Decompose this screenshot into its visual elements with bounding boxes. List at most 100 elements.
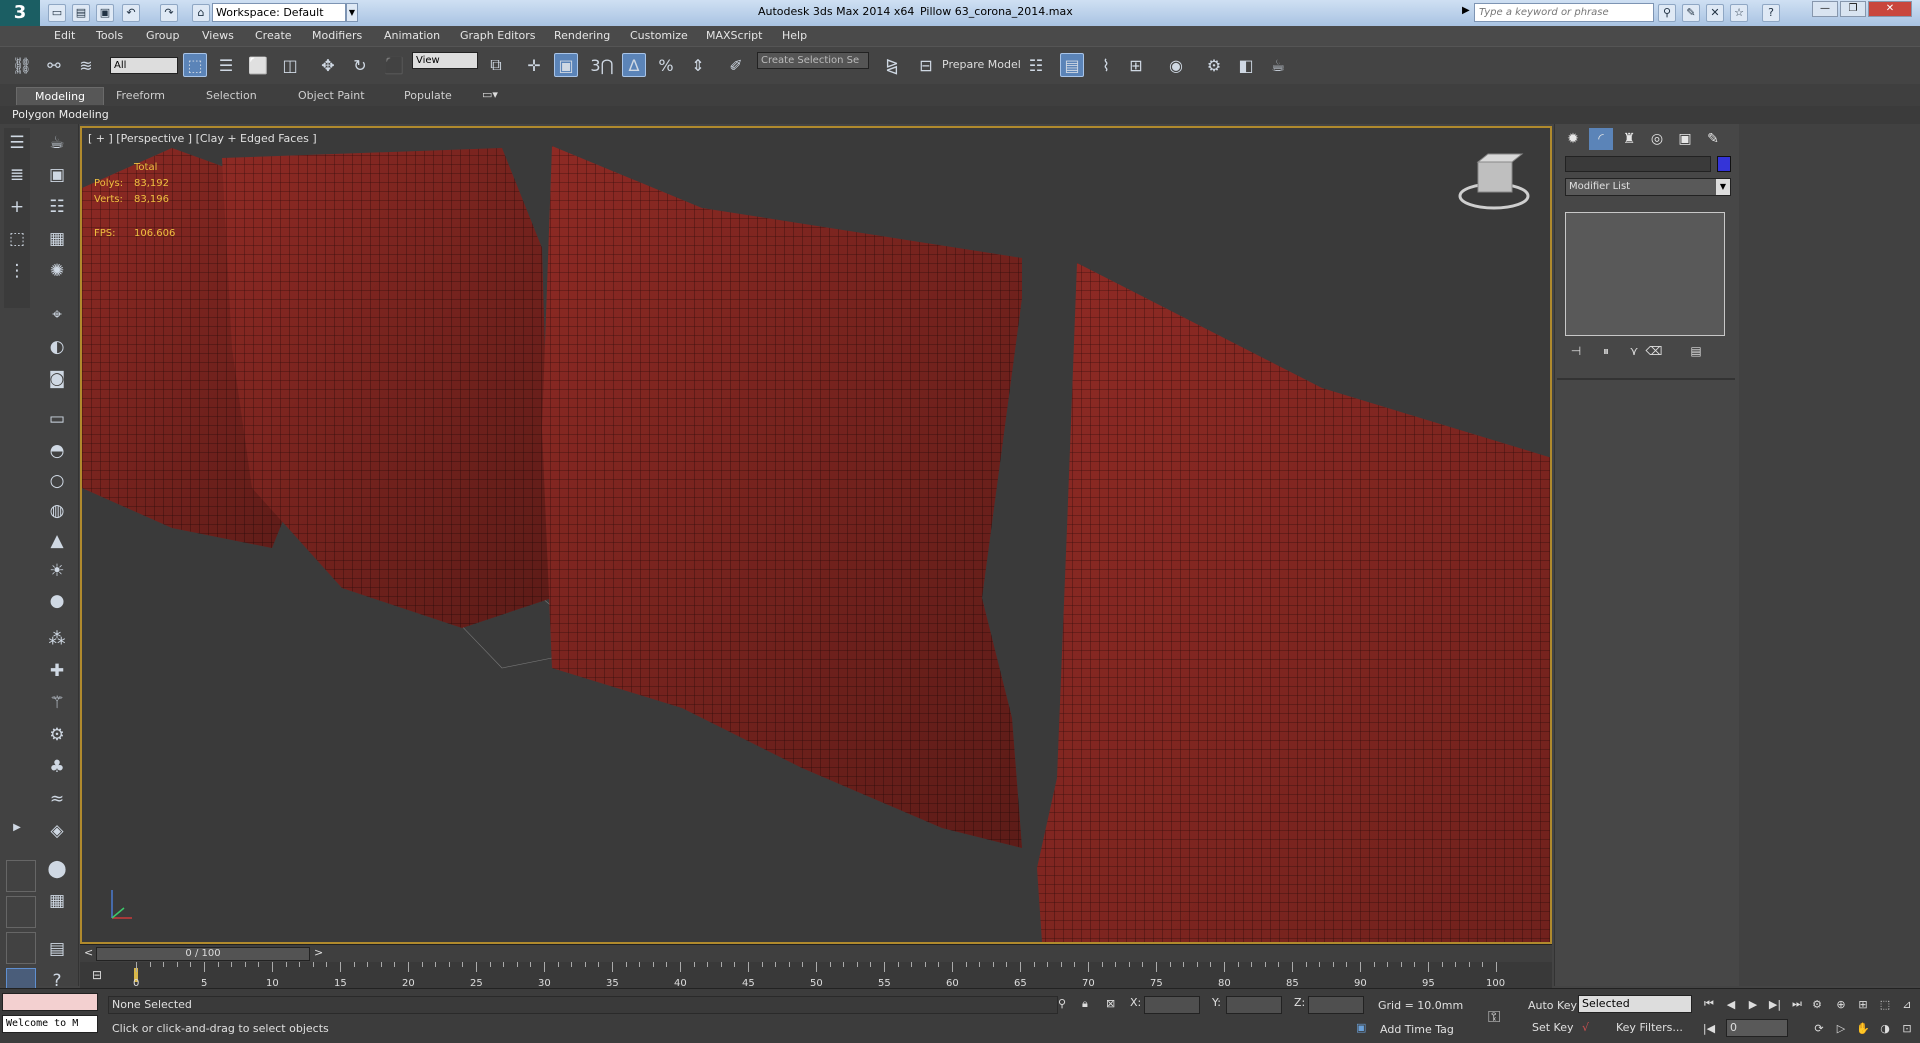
new-file-icon[interactable]: ▭ xyxy=(48,4,66,22)
menu-customize[interactable]: Customize xyxy=(630,29,688,42)
gear-icon[interactable]: ⚙ xyxy=(44,722,70,748)
curve-icon[interactable]: √ xyxy=(1582,1021,1589,1034)
pivot-center-icon[interactable]: ⧉ xyxy=(484,53,508,77)
project-folder-icon[interactable]: ⌂ xyxy=(192,4,210,22)
material-editor-icon[interactable]: ◉ xyxy=(1164,53,1188,77)
snaps-toggle-icon[interactable]: 3 ⋂ xyxy=(590,53,614,77)
show-end-result-icon[interactable]: ⏸ xyxy=(1595,342,1617,360)
auto-key-button[interactable]: Auto Key xyxy=(1528,999,1577,1012)
shapes-icon[interactable]: ✚ xyxy=(44,658,70,684)
viewport-layout-icon[interactable] xyxy=(6,860,36,892)
ribbon-options-icon[interactable]: ▭▾ xyxy=(482,88,498,101)
filter-icon[interactable]: ⋮ xyxy=(4,258,30,284)
keyboard-shortcut-override-icon[interactable]: ▣ xyxy=(554,53,578,77)
prepare-model-label[interactable]: Prepare Model xyxy=(942,58,1021,71)
search-input[interactable]: Type a keyword or phrase xyxy=(1474,3,1654,22)
field-of-view-icon[interactable]: ⊿ xyxy=(1898,995,1916,1013)
tab-modeling[interactable]: Modeling xyxy=(16,87,105,105)
utilities-panel-icon[interactable]: ✎ xyxy=(1701,128,1725,150)
maximize-button[interactable]: ❐ xyxy=(1840,1,1866,17)
object-color-swatch[interactable] xyxy=(1717,156,1731,172)
chevron-down-icon[interactable]: ▼ xyxy=(1716,179,1730,195)
rotate-icon[interactable]: ↻ xyxy=(348,53,372,77)
tab-selection[interactable]: Selection xyxy=(188,87,275,104)
menu-maxscript[interactable]: MAXScript xyxy=(706,29,762,42)
remove-modifier-icon[interactable]: ⌫ xyxy=(1643,342,1665,360)
sound-icon[interactable]: ◐ xyxy=(44,334,70,360)
key-mode-toggle-icon[interactable]: |◀ xyxy=(1700,1019,1718,1037)
window-crossing-icon[interactable]: ◫ xyxy=(278,53,302,77)
rectangular-selection-icon[interactable]: ⬜ xyxy=(246,53,270,77)
curve-editor-icon[interactable]: ⌇ xyxy=(1094,53,1118,77)
select-object-icon[interactable]: ⬚ xyxy=(183,53,207,77)
isolate-icon[interactable]: ⚲ xyxy=(1058,997,1066,1010)
image-icon[interactable]: ▣ xyxy=(44,162,70,188)
zoom-extents-icon[interactable]: ⊕ xyxy=(1832,995,1850,1013)
maxscript-mini-listener[interactable] xyxy=(2,993,98,1011)
tab-populate[interactable]: Populate xyxy=(386,87,470,104)
track-bar[interactable]: ⊟ 0 5 10 15 20 25 30 35 40 45 50 55 60 6… xyxy=(80,962,1552,989)
viewport-layout-icon[interactable] xyxy=(6,932,36,964)
teapot-icon[interactable]: ☕ xyxy=(44,130,70,156)
max-toggle-icon[interactable]: ⊡ xyxy=(1898,1019,1916,1037)
y-coordinate-field[interactable] xyxy=(1226,996,1282,1014)
menu-edit[interactable]: Edit xyxy=(54,29,75,42)
render-setup-icon[interactable]: ⚙ xyxy=(1202,53,1226,77)
go-to-start-icon[interactable]: ⏮ xyxy=(1700,995,1718,1013)
zoom-all-icon[interactable]: ⊞ xyxy=(1854,995,1872,1013)
current-frame-field[interactable]: 0 xyxy=(1726,1019,1788,1037)
menu-animation[interactable]: Animation xyxy=(384,29,440,42)
modify-panel-icon[interactable]: ◜ xyxy=(1589,128,1613,150)
pin-stack-icon[interactable]: ⊣ xyxy=(1565,342,1587,360)
render-production-icon[interactable]: ☕ xyxy=(1266,53,1290,77)
layer-explorer-icon[interactable]: ≣ xyxy=(4,162,30,188)
scene-explorer-icon[interactable]: ☷ xyxy=(1024,53,1048,77)
particles-icon[interactable]: ⁂ xyxy=(44,626,70,652)
angle-snap-icon[interactable]: ∆ xyxy=(622,53,646,77)
x-coordinate-field[interactable] xyxy=(1144,996,1200,1014)
maximize-viewport-icon[interactable]: ⬚ xyxy=(1876,995,1894,1013)
z-coordinate-field[interactable] xyxy=(1308,996,1364,1014)
schematic-view-icon[interactable]: ⊞ xyxy=(1124,53,1148,77)
motion-panel-icon[interactable]: ◎ xyxy=(1645,128,1669,150)
polygon-modeling-panel[interactable]: Polygon Modeling xyxy=(12,106,109,124)
set-key-button[interactable]: Set Key xyxy=(1532,1021,1574,1034)
reference-coordinate-dropdown[interactable]: View xyxy=(412,52,478,69)
prev-frame-icon[interactable]: < xyxy=(84,946,93,959)
edit-named-selection-icon[interactable]: ✐ xyxy=(724,53,748,77)
transform-mode-icon[interactable]: ⊠ xyxy=(1106,997,1115,1010)
object-select-icon[interactable]: ⬚ xyxy=(4,226,30,252)
help-icon[interactable]: ? xyxy=(1762,4,1780,22)
scene-explorer-icon[interactable]: ☰ xyxy=(4,130,30,156)
link-icon[interactable]: ⛓ xyxy=(10,53,34,77)
favorites-icon[interactable]: ☆ xyxy=(1730,4,1748,22)
select-by-name-icon[interactable]: ☰ xyxy=(214,53,238,77)
menu-create[interactable]: Create xyxy=(255,29,292,42)
unlink-icon[interactable]: ⚯ xyxy=(42,53,66,77)
bind-space-warp-icon[interactable]: ≋ xyxy=(74,53,98,77)
sun-icon[interactable]: ☀ xyxy=(44,558,70,584)
perspective-viewport[interactable]: [ + ] [Perspective ] [Clay + Edged Faces… xyxy=(80,126,1552,944)
tab-object-paint[interactable]: Object Paint xyxy=(280,87,383,104)
previous-frame-icon[interactable]: ◀ xyxy=(1722,995,1740,1013)
make-unique-icon[interactable]: ⋎ xyxy=(1623,342,1645,360)
menu-modifiers[interactable]: Modifiers xyxy=(312,29,362,42)
subscription-icon[interactable]: ✎ xyxy=(1682,4,1700,22)
play-icon[interactable]: ▶ xyxy=(1744,995,1762,1013)
lock-icon[interactable]: 🔒︎ xyxy=(1082,997,1088,1011)
key-icon[interactable]: ⚿ xyxy=(1488,1007,1500,1027)
pan-view-icon[interactable]: ✋ xyxy=(1854,1019,1872,1037)
close-button[interactable]: ✕ xyxy=(1868,1,1912,17)
go-to-end-icon[interactable]: ⏭ xyxy=(1788,995,1806,1013)
selection-filter-dropdown[interactable]: All xyxy=(110,57,178,74)
sphere-icon[interactable]: ○ xyxy=(44,468,70,494)
hair-icon[interactable]: ≈ xyxy=(44,786,70,812)
communication-icon[interactable]: ✕ xyxy=(1706,4,1724,22)
video-camera-icon[interactable]: ◙ xyxy=(44,366,70,392)
material-sphere-icon[interactable]: ⬤ xyxy=(44,856,70,882)
app-logo-icon[interactable]: 3 xyxy=(0,0,40,26)
plane-icon[interactable]: ▭ xyxy=(44,406,70,432)
select-manipulate-icon[interactable]: ✛ xyxy=(522,53,546,77)
minimize-button[interactable]: — xyxy=(1812,1,1838,17)
modifier-list-dropdown[interactable]: Modifier List ▼ xyxy=(1565,178,1731,196)
